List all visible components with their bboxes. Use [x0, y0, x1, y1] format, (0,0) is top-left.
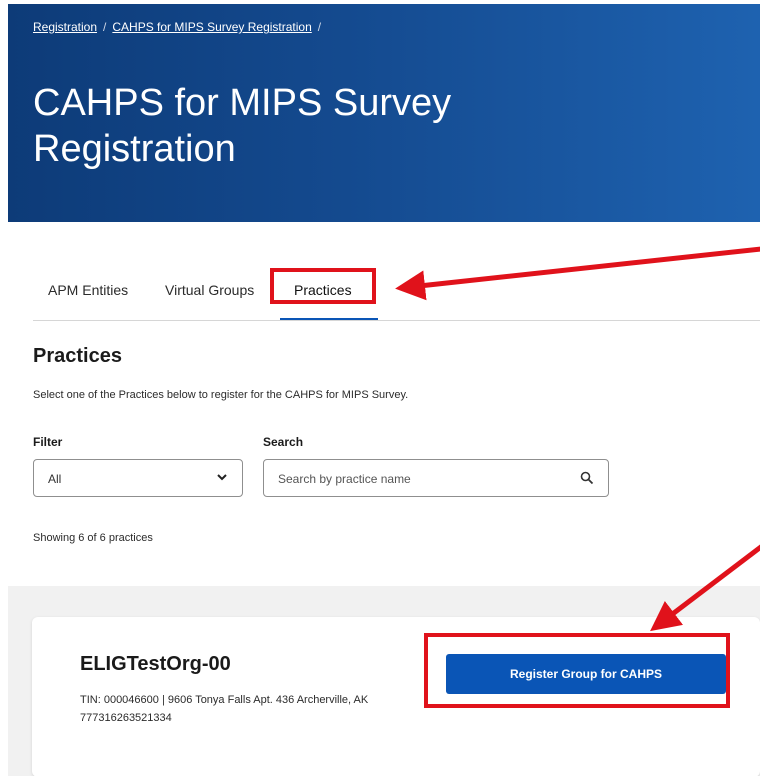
practice-details: TIN: 000046600 | 9606 Tonya Falls Apt. 4…: [80, 694, 369, 724]
page-title: CAHPS for MIPS Survey Registration: [33, 82, 452, 170]
tabs-divider: [33, 320, 760, 321]
filter-selected-value: All: [48, 472, 62, 486]
tab-virtual-groups[interactable]: Virtual Groups: [165, 282, 254, 298]
filter-label: Filter: [33, 435, 63, 449]
page-header: Registration / CAHPS for MIPS Survey Reg…: [8, 4, 760, 222]
search-field: [263, 459, 609, 497]
breadcrumb-separator: /: [103, 20, 107, 34]
practice-name: ELIGTestOrg-00: [80, 653, 231, 675]
results-count: Showing 6 of 6 practices: [33, 532, 153, 544]
breadcrumb: Registration / CAHPS for MIPS Survey Reg…: [33, 20, 327, 34]
annotation-highlight-tab: [270, 268, 376, 304]
breadcrumb-link-cahps[interactable]: CAHPS for MIPS Survey Registration: [112, 20, 311, 34]
filter-select[interactable]: All: [33, 459, 243, 497]
tab-apm-entities[interactable]: APM Entities: [48, 282, 128, 298]
search-icon[interactable]: [580, 471, 594, 485]
tab-bar: APM Entities Virtual Groups Practices: [8, 278, 760, 322]
section-title: Practices: [33, 345, 122, 367]
annotation-highlight-button: [424, 633, 730, 708]
search-label: Search: [263, 435, 304, 449]
search-input[interactable]: [278, 470, 558, 488]
breadcrumb-separator: /: [317, 20, 322, 34]
section-description: Select one of the Practices below to reg…: [33, 389, 409, 401]
breadcrumb-link-registration[interactable]: Registration: [33, 20, 97, 34]
chevron-down-icon: [216, 471, 228, 486]
